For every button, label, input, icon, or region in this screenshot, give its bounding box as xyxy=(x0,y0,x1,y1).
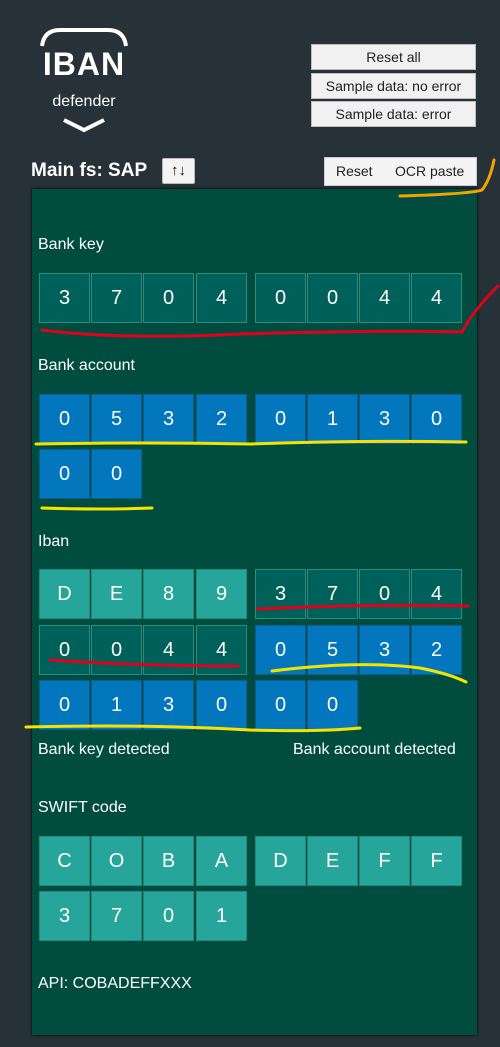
swift-char-6[interactable]: E xyxy=(307,836,358,886)
iban-char-15[interactable]: 3 xyxy=(359,625,410,675)
swift-char-3[interactable]: B xyxy=(143,836,194,886)
bank-account-label: Bank account xyxy=(38,357,135,374)
iban-char-3[interactable]: 8 xyxy=(143,569,194,619)
iban-char-16[interactable]: 2 xyxy=(411,625,462,675)
iban-char-13[interactable]: 0 xyxy=(255,625,306,675)
bank-account-detected-status: Bank account detected xyxy=(293,741,456,758)
bank-account-digit-9[interactable]: 0 xyxy=(39,449,90,499)
bank-key-digit-3[interactable]: 0 xyxy=(143,273,194,323)
iban-char-17[interactable]: 0 xyxy=(39,680,90,730)
ocr-paste-button[interactable]: OCR paste xyxy=(395,158,464,185)
swap-icon: ↑↓ xyxy=(171,162,186,179)
bank-account-digit-2[interactable]: 5 xyxy=(91,394,142,444)
swift-char-7[interactable]: F xyxy=(359,836,410,886)
bank-account-digit-8[interactable]: 0 xyxy=(411,394,462,444)
bank-account-digit-1[interactable]: 0 xyxy=(39,394,90,444)
reset-button[interactable]: Reset xyxy=(336,158,373,185)
bank-key-digit-7[interactable]: 4 xyxy=(359,273,410,323)
sample-no-error-button[interactable]: Sample data: no error xyxy=(311,73,476,99)
logo-title: IBAN xyxy=(42,46,126,82)
bank-account-digit-5[interactable]: 0 xyxy=(255,394,306,444)
bank-key-detected-status: Bank key detected xyxy=(38,741,170,758)
swift-char-8[interactable]: F xyxy=(411,836,462,886)
sample-error-button[interactable]: Sample data: error xyxy=(311,101,476,127)
swift-char-12[interactable]: 1 xyxy=(196,891,247,941)
swift-char-11[interactable]: 0 xyxy=(143,891,194,941)
logo-subtitle: defender xyxy=(52,93,116,110)
iban-defender-logo: IBAN defender xyxy=(36,26,132,134)
bank-key-digit-8[interactable]: 4 xyxy=(411,273,462,323)
api-result: API: COBADEFFXXX xyxy=(38,975,192,992)
bank-key-digit-2[interactable]: 7 xyxy=(91,273,142,323)
bank-account-digit-6[interactable]: 1 xyxy=(307,394,358,444)
swift-char-5[interactable]: D xyxy=(255,836,306,886)
swift-char-2[interactable]: O xyxy=(91,836,142,886)
input-toolbar: Reset OCR paste xyxy=(324,157,477,186)
iban-char-19[interactable]: 3 xyxy=(143,680,194,730)
bank-account-digit-4[interactable]: 2 xyxy=(196,394,247,444)
swift-char-10[interactable]: 7 xyxy=(91,891,142,941)
iban-char-1[interactable]: D xyxy=(39,569,90,619)
iban-char-22[interactable]: 0 xyxy=(307,680,358,730)
bank-account-digit-7[interactable]: 3 xyxy=(359,394,410,444)
iban-char-6[interactable]: 7 xyxy=(307,569,358,619)
iban-char-10[interactable]: 0 xyxy=(91,625,142,675)
iban-label: Iban xyxy=(38,533,70,550)
iban-char-11[interactable]: 4 xyxy=(143,625,194,675)
swap-button[interactable]: ↑↓ xyxy=(162,158,195,184)
swift-char-1[interactable]: C xyxy=(39,836,90,886)
iban-char-4[interactable]: 9 xyxy=(196,569,247,619)
bank-key-digit-6[interactable]: 0 xyxy=(307,273,358,323)
bank-key-label: Bank key xyxy=(38,236,104,253)
reset-all-button[interactable]: Reset all xyxy=(311,44,476,70)
iban-char-18[interactable]: 1 xyxy=(91,680,142,730)
swift-code-label: SWIFT code xyxy=(38,799,127,816)
bank-account-digit-10[interactable]: 0 xyxy=(91,449,142,499)
main-fs-label: Main fs: SAP xyxy=(31,160,148,181)
bank-account-digit-3[interactable]: 3 xyxy=(143,394,194,444)
iban-char-5[interactable]: 3 xyxy=(255,569,306,619)
iban-char-8[interactable]: 4 xyxy=(411,569,462,619)
bank-key-digit-4[interactable]: 4 xyxy=(196,273,247,323)
iban-char-7[interactable]: 0 xyxy=(359,569,410,619)
iban-char-12[interactable]: 4 xyxy=(196,625,247,675)
iban-char-2[interactable]: E xyxy=(91,569,142,619)
bank-key-digit-1[interactable]: 3 xyxy=(39,273,90,323)
iban-char-14[interactable]: 5 xyxy=(307,625,358,675)
swift-char-9[interactable]: 3 xyxy=(39,891,90,941)
iban-char-20[interactable]: 0 xyxy=(196,680,247,730)
iban-char-21[interactable]: 0 xyxy=(255,680,306,730)
iban-char-9[interactable]: 0 xyxy=(39,625,90,675)
bank-key-digit-5[interactable]: 0 xyxy=(255,273,306,323)
swift-char-4[interactable]: A xyxy=(196,836,247,886)
